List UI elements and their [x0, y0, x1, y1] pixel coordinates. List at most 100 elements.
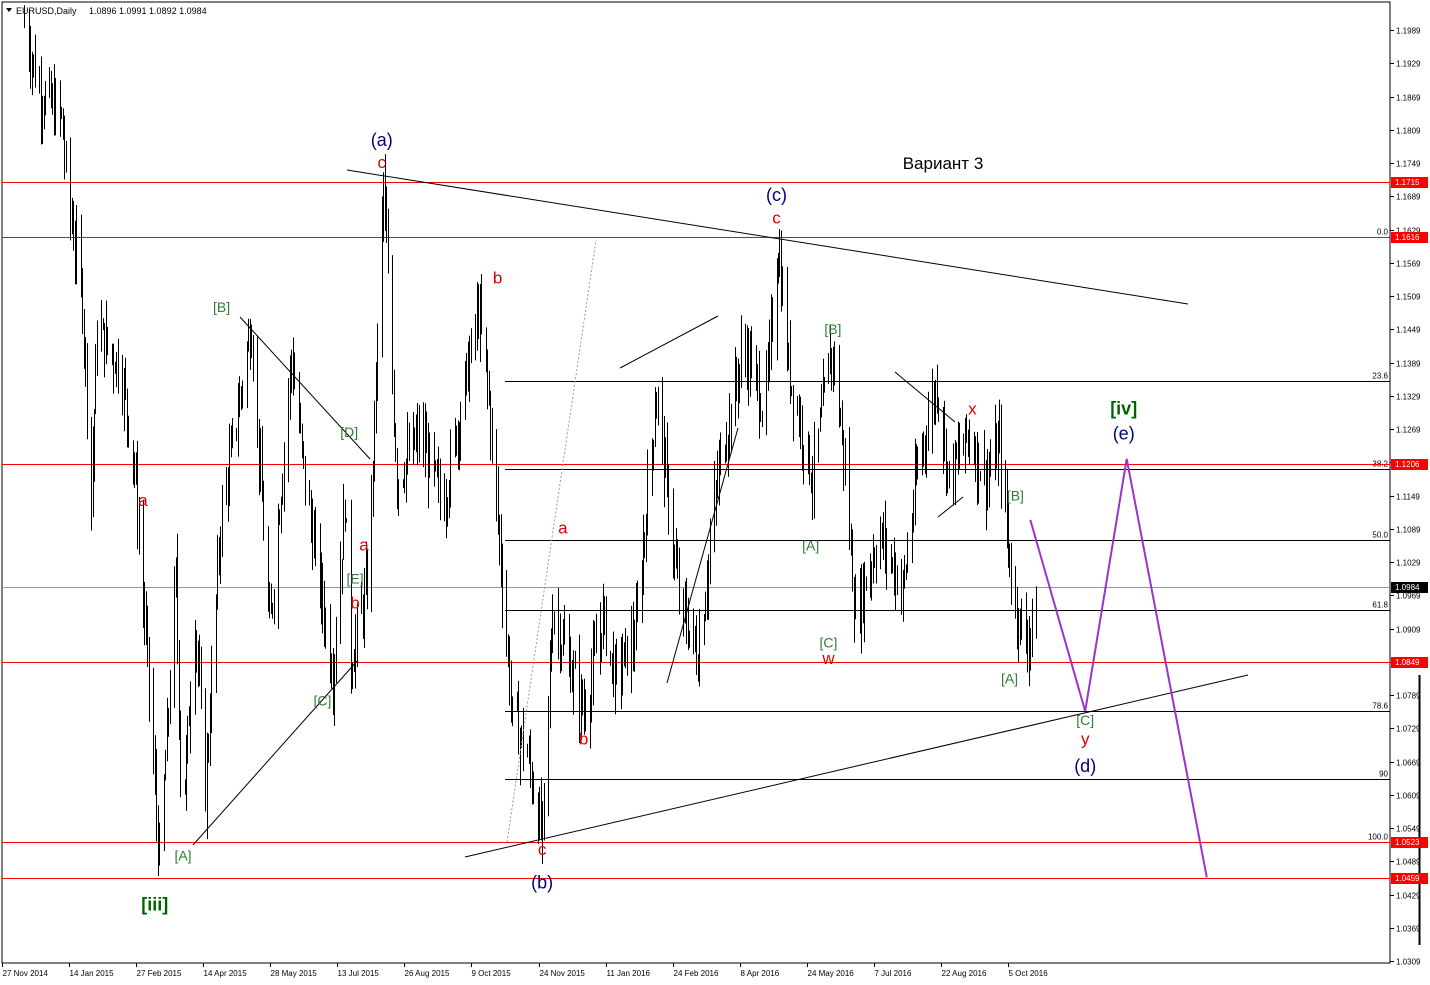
x-tick-label: 5 Oct 2016: [1009, 969, 1049, 978]
price-level-badge-text: 1.1616: [1395, 233, 1420, 242]
price-level-badge-text: 1.1206: [1395, 460, 1420, 469]
x-tick-label: 7 Jul 2016: [875, 969, 912, 978]
y-tick-label: 1.1269: [1396, 426, 1421, 435]
y-tick-label: 1.1749: [1396, 160, 1421, 169]
fib-level-label: 90: [1379, 770, 1388, 779]
symbol-timeframe: EURUSD,Daily: [16, 6, 77, 16]
wave-projection-path: [1029, 458, 1208, 878]
y-tick-label: 1.1029: [1396, 559, 1421, 568]
wave-label: [iii]: [141, 895, 168, 915]
wave-label: (a): [371, 130, 393, 150]
y-tick-label: 1.1929: [1396, 60, 1421, 69]
x-tick-label: 22 Aug 2016: [942, 969, 987, 978]
fib-level-label: 50.0: [1372, 531, 1388, 540]
y-tick-label: 1.1089: [1396, 526, 1421, 535]
fib-level-label: 23.6: [1372, 372, 1388, 381]
fib-level-label: 100.0: [1368, 833, 1389, 842]
x-tick-label: 24 May 2016: [808, 969, 855, 978]
y-tick-label: 1.0429: [1396, 892, 1421, 901]
wave-label: [iv]: [1110, 399, 1137, 419]
y-tick-label: 1.1689: [1396, 193, 1421, 202]
x-tick-label: 14 Jan 2015: [70, 969, 115, 978]
wave-label: b: [579, 729, 588, 748]
chart-header: EURUSD,Daily 1.0896 1.0991 1.0892 1.0984: [6, 6, 207, 16]
current-price-badge-text: 1.0984: [1395, 583, 1420, 592]
x-tick-label: 13 Jul 2015: [338, 969, 380, 978]
wave-label: [E]: [347, 571, 364, 587]
wedge-line-top: [894, 371, 956, 423]
x-tick-label: 26 Aug 2015: [405, 969, 450, 978]
wedge-line-bottom: [937, 496, 964, 518]
price-chart[interactable]: 0.023.638.250.061.878.690100.0 (a)c(c)cb…: [0, 0, 1430, 985]
wave-label: x: [968, 400, 977, 419]
wave-label: [C]: [314, 693, 332, 709]
price-axis[interactable]: 1.1989 1.1929 1.1869 1.1809 1.1749 1.1689 1.16…: [1390, 27, 1421, 967]
ohlc-values: 1.0896 1.0991 1.0892 1.0984: [89, 6, 207, 16]
x-tick-label: 28 May 2015: [271, 969, 318, 978]
wave-label: [D]: [340, 424, 358, 440]
wave-label: (c): [766, 185, 787, 205]
wave-labels: (a) c (c) c b [B] [B] x [iv] (e) [D] a [B] a a [A] [E] b […: [138, 130, 1137, 915]
y-tick-label: 1.1329: [1396, 393, 1421, 402]
variant-title: Вариант 3: [903, 154, 984, 173]
y-tick-label: 1.1449: [1396, 326, 1421, 335]
fib-level-label: 61.8: [1372, 601, 1388, 610]
fib-level-label: 78.6: [1372, 702, 1388, 711]
x-tick-label: 24 Feb 2016: [674, 969, 719, 978]
price-level-badge-text: 1.1715: [1395, 178, 1420, 187]
y-tick-label: 1.1149: [1396, 493, 1420, 502]
y-tick-label: 1.0729: [1396, 725, 1421, 734]
price-level-badge-text: 1.0849: [1395, 658, 1420, 667]
wave-label: b: [350, 594, 359, 613]
triangle-line-left-bottom: [192, 659, 359, 846]
wave-label: [C]: [1076, 712, 1094, 728]
y-tick-label: 1.1869: [1396, 94, 1421, 103]
y-tick-label: 1.0789: [1396, 692, 1421, 701]
wave-label: b: [493, 268, 502, 287]
y-tick-label: 1.1989: [1396, 27, 1421, 36]
y-tick-label: 1.0609: [1396, 792, 1421, 801]
price-level-badge-text: 1.0459: [1395, 874, 1420, 883]
y-tick-label: 1.0369: [1396, 925, 1421, 934]
y-tick-label: 1.0669: [1396, 759, 1421, 768]
wave-label: [A]: [1001, 670, 1018, 686]
wave-label: a: [558, 519, 568, 538]
wave-label: a: [138, 491, 148, 510]
time-axis[interactable]: 27 Nov 2014 14 Jan 2015 27 Feb 2015 14 Apr …: [2, 963, 1049, 978]
channel-line-top: [619, 315, 719, 369]
symbol-menu-triangle-icon[interactable]: [6, 8, 12, 12]
x-tick-label: 24 Nov 2015: [540, 969, 586, 978]
y-tick-label: 1.1389: [1396, 360, 1421, 369]
wave-label: [B]: [1007, 488, 1024, 504]
wave-label: (d): [1074, 756, 1096, 776]
wave-label: y: [1081, 729, 1090, 748]
wave-label: [C]: [820, 634, 838, 650]
x-tick-label: 27 Nov 2014: [3, 969, 49, 978]
wave-label: a: [359, 535, 369, 554]
x-tick-label: 27 Feb 2015: [137, 969, 182, 978]
fibonacci-levels: 0.023.638.250.061.878.690100.0: [505, 228, 1390, 843]
wave-label: c: [772, 208, 781, 227]
wave-label: [B]: [824, 321, 841, 337]
horizontal-price-levels: [2, 182, 1390, 879]
plot-frame: [1, 1, 1391, 964]
wave-label: w: [821, 649, 835, 668]
wave-label: (b): [531, 872, 553, 892]
y-tick-label: 1.0489: [1396, 858, 1421, 867]
price-level-badge-text: 1.0523: [1395, 838, 1420, 847]
y-tick-label: 1.0309: [1396, 958, 1421, 967]
y-tick-label: 1.0909: [1396, 626, 1421, 635]
y-tick-label: 1.0549: [1396, 825, 1421, 834]
x-tick-label: 11 Jan 2016: [607, 969, 651, 978]
x-tick-label: 14 Apr 2015: [204, 969, 248, 978]
y-tick-label: 1.1569: [1396, 260, 1421, 269]
x-tick-label: 9 Oct 2015: [472, 969, 512, 978]
wave-label: c: [538, 840, 547, 859]
wave-label: [A]: [174, 848, 191, 864]
y-tick-label: 1.1509: [1396, 293, 1421, 302]
wave-label: (e): [1113, 424, 1135, 444]
wave-label: [A]: [802, 537, 819, 553]
fib-level-label: 0.0: [1377, 228, 1389, 237]
wave-label: c: [378, 153, 387, 172]
x-tick-label: 8 Apr 2016: [741, 969, 780, 978]
